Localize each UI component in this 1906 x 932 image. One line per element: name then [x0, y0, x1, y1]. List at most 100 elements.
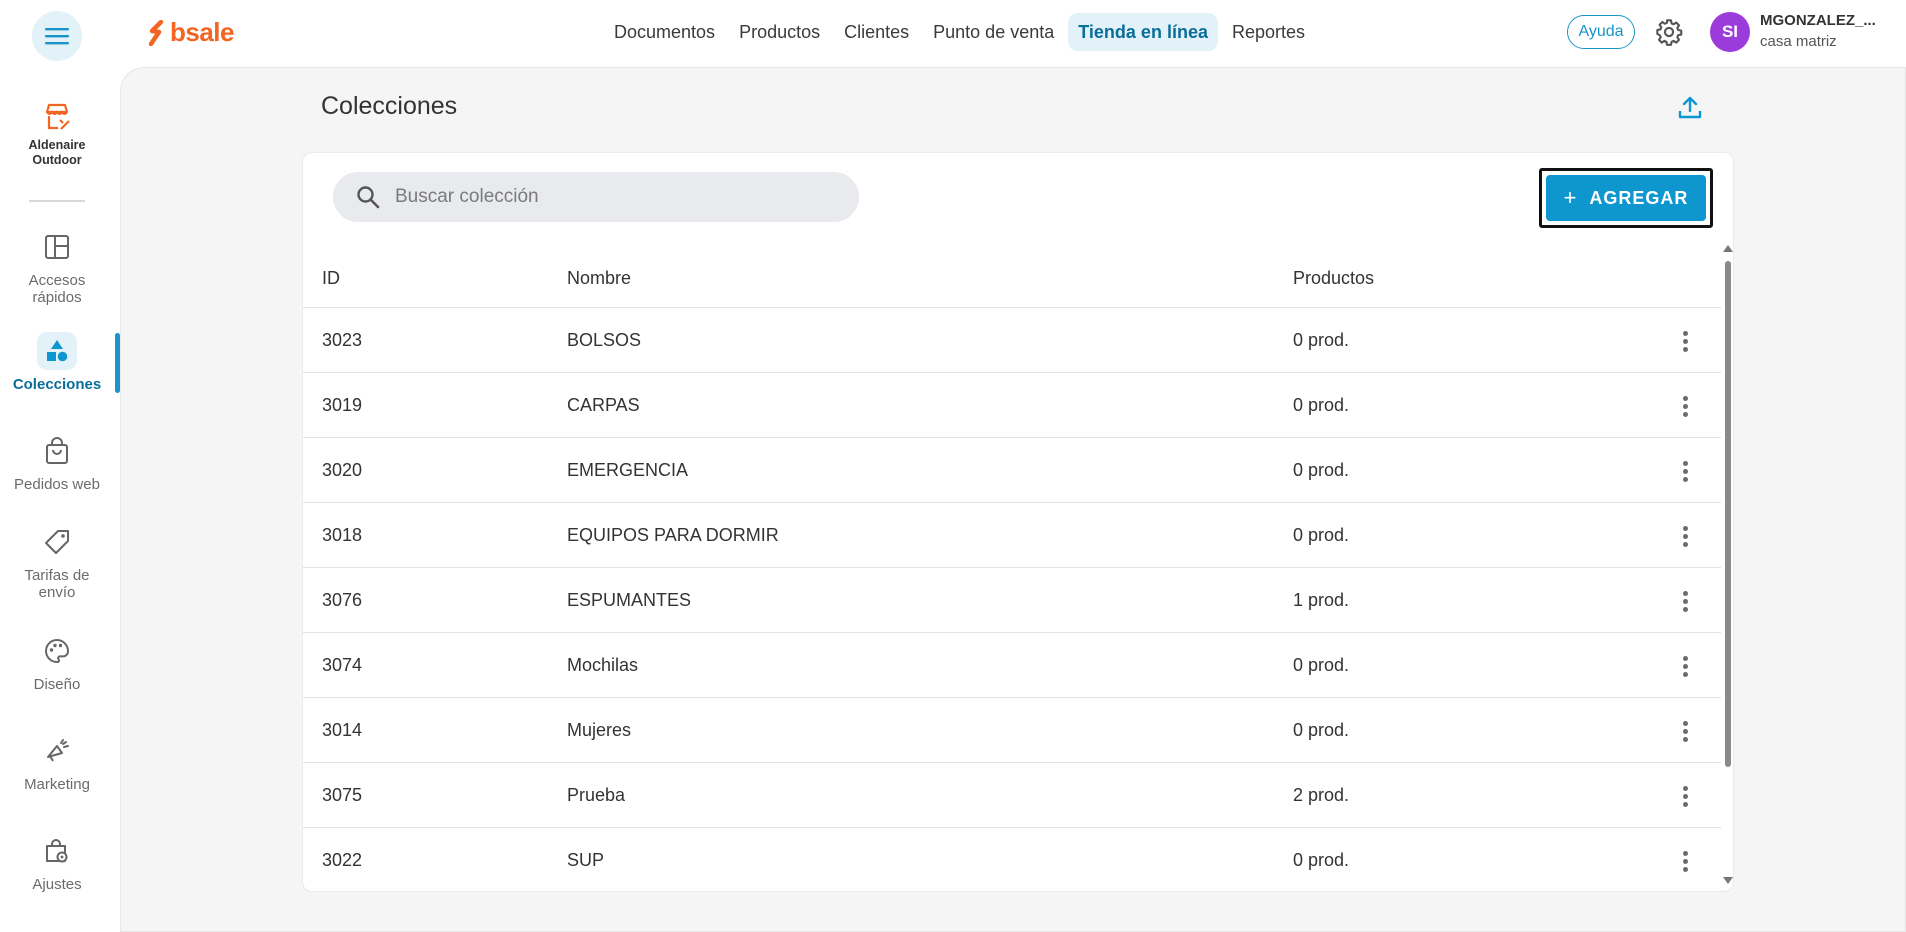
- tag-icon: [45, 530, 69, 554]
- more-options-icon[interactable]: [1673, 782, 1697, 810]
- table-body: 3023 BOLSOS 0 prod. 3019 CARPAS 0 prod. …: [303, 308, 1721, 891]
- row-id: 3018: [322, 525, 363, 545]
- add-button-label: AGREGAR: [1589, 187, 1689, 208]
- bsale-logo[interactable]: bsale: [148, 17, 235, 48]
- nav-documentos[interactable]: Documentos: [604, 13, 725, 51]
- row-products: 0 prod.: [1293, 655, 1350, 675]
- plus-icon: +: [1563, 185, 1578, 210]
- row-id: 3075: [322, 785, 363, 805]
- more-options-icon[interactable]: [1673, 847, 1697, 875]
- more-options-icon[interactable]: [1673, 717, 1697, 745]
- sidebar-item-pedidos-web[interactable]: Pedidos web: [0, 432, 114, 493]
- row-name: EQUIPOS PARA DORMIR: [567, 525, 779, 545]
- row-id: 3022: [322, 850, 363, 870]
- user-name[interactable]: MGONZALEZ_...: [1760, 12, 1876, 29]
- row-products: 0 prod.: [1293, 330, 1350, 350]
- row-id: 3074: [322, 655, 363, 675]
- table-row[interactable]: 3014 Mujeres 0 prod.: [303, 698, 1721, 763]
- row-name: Prueba: [567, 785, 626, 805]
- sidebar-item-diseno[interactable]: Diseño: [0, 632, 114, 693]
- scroll-up-arrow[interactable]: [1723, 245, 1733, 252]
- palette-icon: [45, 638, 70, 664]
- column-header-nombre[interactable]: Nombre: [567, 268, 631, 289]
- table-row[interactable]: 3018 EQUIPOS PARA DORMIR 0 prod.: [303, 503, 1721, 568]
- hamburger-icon: [45, 28, 69, 45]
- store-icon: [45, 103, 70, 130]
- more-options-icon[interactable]: [1673, 392, 1697, 420]
- row-products: 0 prod.: [1293, 460, 1350, 480]
- table-row[interactable]: 3023 BOLSOS 0 prod.: [303, 308, 1721, 373]
- vertical-scrollbar[interactable]: [1723, 245, 1733, 887]
- search-input[interactable]: [395, 186, 835, 208]
- main-navigation: Documentos Productos Clientes Punto de v…: [604, 13, 1315, 51]
- search-icon: [357, 186, 380, 209]
- more-options-icon[interactable]: [1673, 522, 1697, 550]
- table-header: ID Nombre Productos: [303, 248, 1721, 308]
- row-id: 3020: [322, 460, 363, 480]
- more-options-icon[interactable]: [1673, 327, 1697, 355]
- add-button[interactable]: + AGREGAR: [1546, 175, 1706, 221]
- row-name: BOLSOS: [567, 330, 642, 350]
- user-branch: casa matriz: [1760, 33, 1837, 50]
- column-header-id[interactable]: ID: [322, 268, 340, 289]
- sidebar-divider: [29, 200, 85, 202]
- nav-punto-de-venta[interactable]: Punto de venta: [923, 13, 1064, 51]
- table-row[interactable]: 3075 Prueba 2 prod.: [303, 763, 1721, 828]
- row-name: CARPAS: [567, 395, 640, 415]
- table-row[interactable]: 3020 EMERGENCIA 0 prod.: [303, 438, 1721, 503]
- top-bar: bsale Documentos Productos Clientes Punt…: [0, 0, 1906, 66]
- table-row[interactable]: 3074 Mochilas 0 prod.: [303, 633, 1721, 698]
- avatar[interactable]: SI: [1710, 12, 1750, 52]
- row-products: 0 prod.: [1293, 525, 1350, 545]
- sidebar-item-tarifas-de-envio[interactable]: Tarifas de envío: [0, 523, 114, 601]
- page-title: Colecciones: [321, 92, 458, 120]
- row-products: 1 prod.: [1293, 590, 1350, 610]
- more-options-icon[interactable]: [1673, 587, 1697, 615]
- table-row[interactable]: 3019 CARPAS 0 prod.: [303, 373, 1721, 438]
- more-options-icon[interactable]: [1673, 457, 1697, 485]
- store-selector[interactable]: Aldenaire Outdoor: [0, 102, 114, 168]
- nav-tienda-en-linea[interactable]: Tienda en línea: [1068, 13, 1218, 51]
- more-options-icon[interactable]: [1673, 652, 1697, 680]
- sidebar-item-ajustes[interactable]: Ajustes: [0, 832, 114, 893]
- row-id: 3019: [322, 395, 363, 415]
- bsale-logo-icon: [148, 19, 164, 46]
- scrollbar-thumb[interactable]: [1725, 261, 1731, 767]
- row-name: Mochilas: [567, 655, 639, 675]
- nav-productos[interactable]: Productos: [729, 13, 830, 51]
- shopping-bag-icon: [46, 437, 68, 464]
- search-box[interactable]: [333, 172, 859, 222]
- row-name: SUP: [567, 850, 605, 870]
- row-products: 0 prod.: [1293, 850, 1350, 870]
- table-row[interactable]: 3022 SUP 0 prod.: [303, 828, 1721, 891]
- table-row[interactable]: 3076 ESPUMANTES 1 prod.: [303, 568, 1721, 633]
- collections-card: + AGREGAR ID Nombre Productos 3023 BOLSO…: [302, 152, 1734, 892]
- hamburger-menu-button[interactable]: [32, 11, 82, 61]
- megaphone-icon: [47, 739, 69, 762]
- store-name: Aldenaire Outdoor: [28, 138, 86, 167]
- row-name: EMERGENCIA: [567, 460, 689, 480]
- sidebar-item-marketing[interactable]: Marketing: [0, 732, 114, 793]
- sidebar: Aldenaire Outdoor Accesos rápidos Colecci…: [0, 66, 120, 932]
- row-name: Mujeres: [567, 720, 632, 740]
- shapes-icon: [47, 340, 68, 362]
- column-header-productos[interactable]: Productos: [1293, 268, 1374, 289]
- row-products: 0 prod.: [1293, 720, 1350, 740]
- nav-reportes[interactable]: Reportes: [1222, 13, 1315, 51]
- sidebar-item-accesos-rapidos[interactable]: Accesos rápidos: [0, 228, 114, 306]
- row-id: 3023: [322, 330, 363, 350]
- row-id: 3014: [322, 720, 363, 740]
- scroll-down-arrow[interactable]: [1723, 877, 1733, 884]
- help-button[interactable]: Ayuda: [1567, 15, 1635, 49]
- sidebar-item-colecciones[interactable]: Colecciones: [0, 332, 114, 393]
- layout-icon: [45, 235, 69, 259]
- row-id: 3076: [322, 590, 363, 610]
- row-products: 0 prod.: [1293, 395, 1350, 415]
- gear-icon[interactable]: [1655, 18, 1683, 46]
- row-products: 2 prod.: [1293, 785, 1350, 805]
- nav-clientes[interactable]: Clientes: [834, 13, 919, 51]
- row-name: ESPUMANTES: [567, 590, 692, 610]
- logo-text: bsale: [170, 17, 235, 47]
- upload-icon[interactable]: [1676, 94, 1704, 122]
- bag-gear-icon: [46, 839, 68, 863]
